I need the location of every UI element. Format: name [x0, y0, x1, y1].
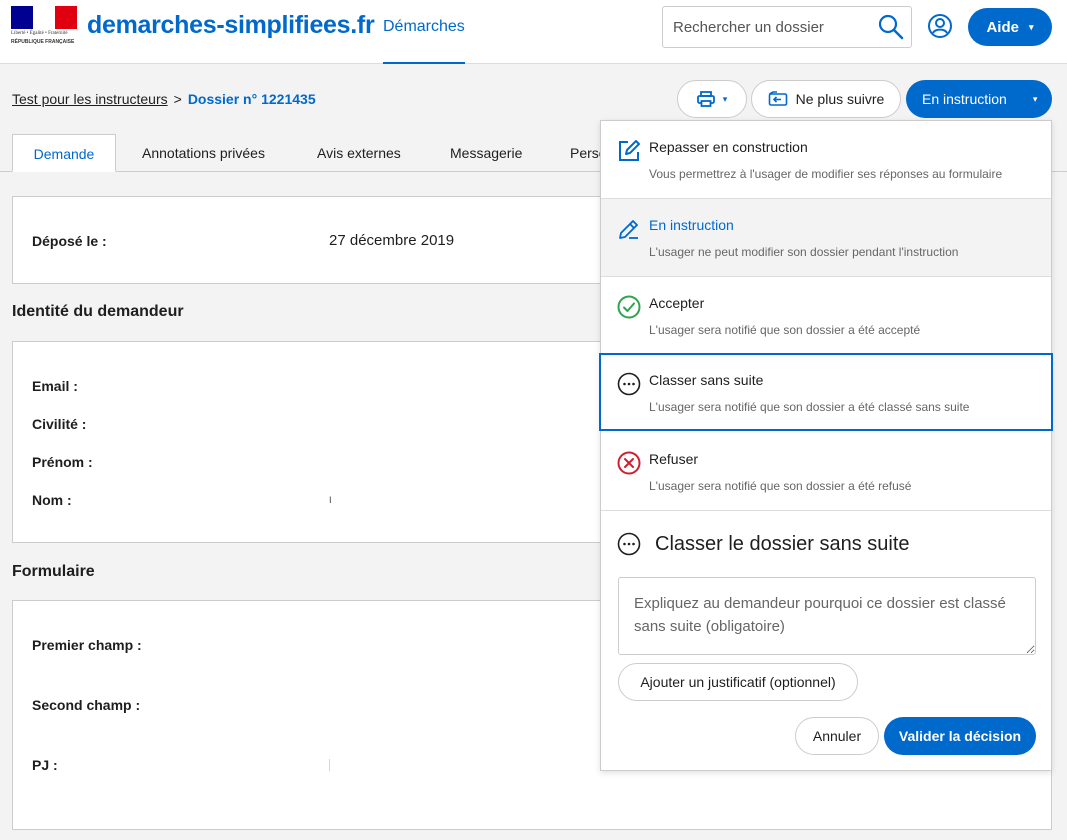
identity-section-title: Identité du demandeur	[12, 303, 184, 320]
firstname-label: Prénom :	[32, 454, 93, 470]
option-accepter[interactable]: Accepter L'usager sera notifié que son d…	[601, 277, 1051, 355]
option-title: Refuser	[649, 451, 699, 467]
option-description: L'usager sera notifié que son dossier a …	[649, 400, 970, 414]
option-refuser[interactable]: Refuser L'usager sera notifié que son do…	[601, 433, 1051, 511]
breadcrumb-dossier[interactable]: Dossier n° 1221435	[188, 91, 316, 107]
help-button[interactable]: Aide ▾	[968, 8, 1052, 46]
option-repasser-en-construction[interactable]: Repasser en construction Vous permettrez…	[601, 121, 1051, 199]
unfollow-label: Ne plus suivre	[795, 91, 885, 107]
deposit-value: 27 décembre 2019	[329, 232, 455, 249]
pencil-icon	[619, 220, 638, 239]
motivation-textarea[interactable]	[618, 577, 1036, 655]
breadcrumb: Test pour les instructeurs > Dossier n° …	[12, 91, 316, 107]
print-button[interactable]: ▾	[677, 80, 747, 118]
option-description: L'usager ne peut modifier son dossier pe…	[649, 245, 959, 259]
form-section-title: Formulaire	[12, 563, 95, 580]
state-label: En instruction	[922, 91, 1007, 107]
state-dropdown-button[interactable]: En instruction ▾	[906, 80, 1052, 118]
option-title: Accepter	[649, 295, 705, 311]
breadcrumb-procedure[interactable]: Test pour les instructeurs	[12, 91, 168, 107]
option-en-instruction[interactable]: En instruction L'usager ne peut modifier…	[601, 199, 1051, 277]
nav-demarches[interactable]: Démarches	[383, 0, 465, 64]
logo-republic: RÉPUBLIQUE FRANÇAISE	[11, 39, 75, 45]
printer-icon	[696, 91, 715, 107]
state-dropdown-panel: Repasser en construction Vous permettrez…	[599, 120, 1053, 771]
civility-label: Civilité :	[32, 416, 87, 432]
option-title: En instruction	[649, 217, 734, 233]
option-title: Classer sans suite	[649, 372, 764, 388]
flag-icon	[11, 6, 77, 29]
republique-francaise-logo[interactable]: Liberté • Égalité • Fraternité RÉPUBLIQU…	[11, 6, 77, 48]
unfollow-button[interactable]: Ne plus suivre	[751, 80, 901, 118]
deposit-label: Déposé le :	[32, 233, 107, 249]
pj-placeholder-mark	[329, 759, 330, 771]
logo-motto: Liberté • Égalité • Fraternité	[11, 31, 68, 36]
cancel-button[interactable]: Annuler	[795, 717, 879, 755]
validate-decision-button[interactable]: Valider la décision	[884, 717, 1036, 755]
check-circle-icon	[617, 295, 641, 319]
caret-down-icon: ▾	[1028, 21, 1034, 32]
pj-label: PJ :	[32, 757, 58, 773]
lastname-label: Nom :	[32, 492, 72, 508]
email-label: Email :	[32, 378, 78, 394]
search-icon[interactable]	[877, 13, 905, 41]
field1-label: Premier champ :	[32, 637, 142, 653]
tab-annotations-privees[interactable]: Annotations privées	[142, 134, 265, 172]
cross-circle-icon	[617, 451, 641, 475]
breadcrumb-separator: >	[173, 91, 182, 107]
decision-title: Classer le dossier sans suite	[655, 533, 910, 555]
option-description: Vous permettrez à l'usager de modifier s…	[649, 167, 1003, 181]
add-attachment-button[interactable]: Ajouter un justificatif (optionnel)	[618, 663, 858, 701]
lastname-value: ι	[329, 492, 332, 506]
caret-down-icon: ▾	[722, 93, 728, 104]
search-box	[662, 6, 912, 48]
option-classer-sans-suite[interactable]: Classer sans suite L'usager sera notifié…	[599, 353, 1053, 431]
site-header: Liberté • Égalité • Fraternité RÉPUBLIQU…	[0, 0, 1067, 64]
tab-demande[interactable]: Demande	[12, 134, 116, 172]
option-title: Repasser en construction	[649, 139, 808, 155]
ellipsis-circle-icon	[617, 532, 641, 556]
tab-avis-externes[interactable]: Avis externes	[317, 134, 401, 172]
field2-label: Second champ :	[32, 697, 141, 713]
ellipsis-circle-icon	[617, 372, 641, 396]
site-brand[interactable]: demarches-simplifiees.fr	[87, 11, 375, 40]
caret-down-icon: ▾	[1032, 93, 1038, 104]
edit-icon	[619, 140, 640, 161]
search-input[interactable]	[663, 7, 869, 47]
unfollow-icon	[768, 91, 787, 106]
option-description: L'usager sera notifié que son dossier a …	[649, 323, 921, 337]
option-description: L'usager sera notifié que son dossier a …	[649, 479, 912, 493]
help-button-label: Aide	[986, 18, 1019, 36]
tab-messagerie[interactable]: Messagerie	[450, 134, 522, 172]
user-account-icon[interactable]	[927, 13, 953, 39]
